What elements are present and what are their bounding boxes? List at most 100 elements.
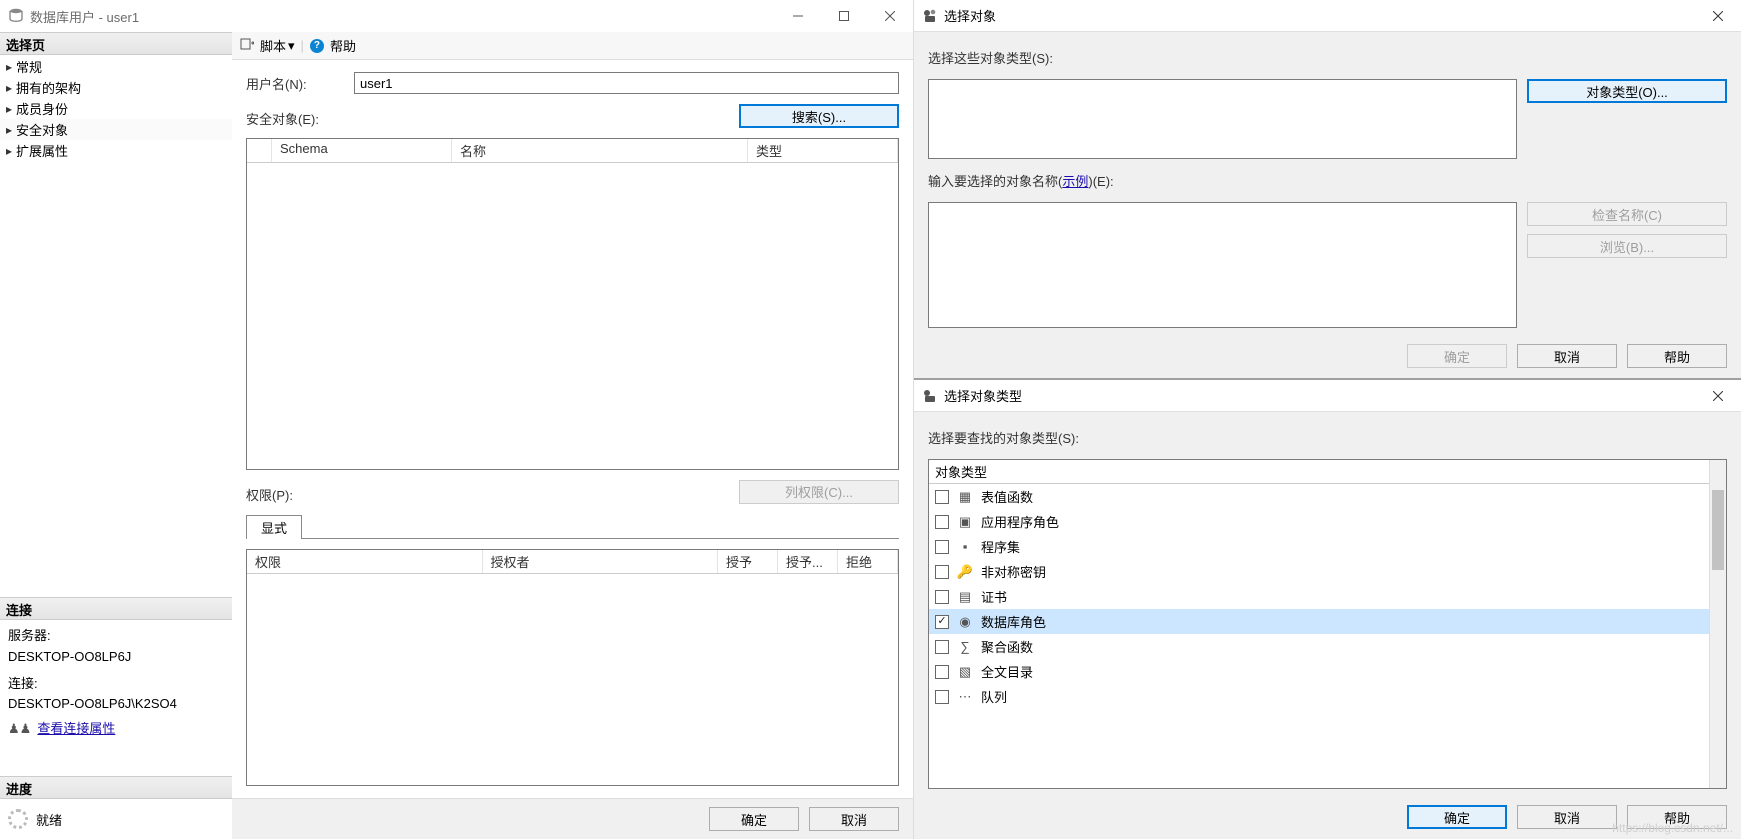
type-row[interactable]: ◉数据库角色 (929, 609, 1709, 634)
col-blank (247, 139, 272, 162)
col-grantor[interactable]: 授权者 (483, 550, 719, 573)
col-name[interactable]: 名称 (452, 139, 748, 162)
checkbox[interactable] (935, 640, 949, 654)
permissions-label: 权限(P): (246, 485, 731, 504)
type-row[interactable]: ∑聚合函数 (929, 634, 1709, 659)
types-column-header[interactable]: 对象类型 (929, 460, 1709, 484)
cancel-button[interactable]: 取消 (1517, 805, 1617, 829)
close-button[interactable] (867, 0, 913, 32)
type-icon: ∑ (957, 639, 973, 655)
checkbox[interactable] (935, 490, 949, 504)
maximize-button[interactable] (821, 0, 867, 32)
cancel-button[interactable]: 取消 (1517, 344, 1617, 368)
types-scrollbar[interactable] (1709, 460, 1726, 788)
bullet-icon: ▸ (6, 60, 12, 74)
type-row[interactable]: ▦表值函数 (929, 484, 1709, 509)
checkbox[interactable] (935, 590, 949, 604)
col-grant[interactable]: 授予 (718, 550, 778, 573)
content-toolbar: 脚本 ▾ | ? 帮助 (232, 32, 913, 60)
select-object-types-dialog: 选择对象类型 选择要查找的对象类型(S): 对象类型 ▦表值函数▣应用程序角色▪… (914, 380, 1741, 839)
checkbox[interactable] (935, 565, 949, 579)
object-types-display (928, 79, 1517, 159)
sidebar-page-extended[interactable]: ▸扩展属性 (0, 140, 232, 161)
type-row[interactable]: ▣ 应用程序角色 (929, 509, 1709, 534)
type-icon: ⋯ (957, 689, 973, 705)
sidebar-page-membership[interactable]: ▸成员身份 (0, 98, 232, 119)
close-button[interactable] (1695, 0, 1741, 32)
sidebar-page-general[interactable]: ▸常规 (0, 56, 232, 77)
type-row[interactable]: 🔑 非对称密钥 (929, 559, 1709, 584)
main-titlebar: 数据库用户 - user1 (0, 0, 913, 32)
browse-button: 浏览(B)... (1527, 234, 1727, 258)
server-value: DESKTOP-OO8LP6J (8, 647, 224, 668)
object-names-label: 输入要选择的对象名称(示例)(E): (928, 167, 1727, 194)
sidebar: 选择页 ▸常规 ▸拥有的架构 ▸成员身份 ▸安全对象 ▸扩展属性 连接 服务器:… (0, 32, 232, 839)
ok-button[interactable]: 确定 (1407, 805, 1507, 829)
col-deny[interactable]: 拒绝 (838, 550, 898, 573)
object-types-label: 选择这些对象类型(S): (928, 44, 1727, 71)
sidebar-page-securables[interactable]: ▸安全对象 (0, 119, 232, 140)
checkbox[interactable] (935, 615, 949, 629)
spinner-icon (8, 809, 28, 829)
bullet-icon: ▸ (6, 102, 12, 116)
type-row[interactable]: ⋯队列 (929, 684, 1709, 709)
view-connection-props-link[interactable]: 查看连接属性 (37, 719, 115, 740)
col-type[interactable]: 类型 (748, 139, 898, 162)
ok-button: 确定 (1407, 344, 1507, 368)
securables-list[interactable]: Schema 名称 类型 (246, 138, 899, 470)
ok-button[interactable]: 确定 (709, 807, 799, 831)
chevron-down-icon: ▾ (288, 38, 295, 54)
script-export-icon (240, 37, 254, 54)
help-link[interactable]: 帮助 (330, 36, 356, 55)
checkbox[interactable] (935, 690, 949, 704)
sidebar-page-owned-schemas[interactable]: ▸拥有的架构 (0, 77, 232, 98)
checkbox[interactable] (935, 540, 949, 554)
checkbox[interactable] (935, 665, 949, 679)
search-button[interactable]: 搜索(S)... (739, 104, 899, 128)
help-button[interactable]: 帮助 (1627, 805, 1727, 829)
tab-explicit[interactable]: 显式 (246, 515, 302, 539)
help-button[interactable]: 帮助 (1627, 344, 1727, 368)
type-label: 数据库角色 (981, 612, 1046, 631)
type-label: 非对称密钥 (981, 562, 1046, 581)
close-button[interactable] (1695, 380, 1741, 412)
type-icon: ▦ (957, 489, 973, 505)
type-row[interactable]: ▤证书 (929, 584, 1709, 609)
type-row[interactable]: ▪程序集 (929, 534, 1709, 559)
select-types-footer: 确定 取消 帮助 (914, 801, 1741, 839)
connection-info: 服务器: DESKTOP-OO8LP6J 连接: DESKTOP-OO8LP6J… (0, 620, 232, 746)
object-types-list[interactable]: 对象类型 ▦表值函数 ▣ 应用程序角色 ▪程序集 🔑 非对称密钥 ▤证书◉数据库角色∑聚合函… (928, 459, 1727, 789)
col-schema[interactable]: Schema (272, 139, 452, 162)
type-label: 应用程序角色 (981, 512, 1059, 531)
server-label: 服务器: (8, 626, 224, 647)
types-instruction: 选择要查找的对象类型(S): (928, 424, 1727, 451)
select-objects-dialog: 选择对象 选择这些对象类型(S): 对象类型(O)... 输入要选择的对象名称(… (914, 0, 1741, 380)
sidebar-header-pages: 选择页 (0, 32, 232, 55)
bullet-icon: ▸ (6, 144, 12, 158)
type-icon: 🔑 (957, 564, 973, 580)
select-objects-icon (922, 8, 938, 24)
example-link[interactable]: 示例 (1062, 174, 1088, 189)
database-icon (8, 8, 24, 24)
permissions-list[interactable]: 权限 授权者 授予 授予... 拒绝 (246, 549, 899, 786)
username-input[interactable] (354, 72, 899, 94)
connection-props-icon: ♟♟ (8, 719, 31, 740)
minimize-button[interactable] (775, 0, 821, 32)
type-icon: ▪ (957, 539, 973, 555)
col-grant-with[interactable]: 授予... (778, 550, 838, 573)
permissions-tabs: 显式 (246, 514, 899, 539)
checkbox[interactable] (935, 515, 949, 529)
object-names-input[interactable] (928, 202, 1517, 328)
bullet-icon: ▸ (6, 123, 12, 137)
select-types-icon (922, 388, 938, 404)
col-permission[interactable]: 权限 (247, 550, 483, 573)
type-icon: ▣ (957, 514, 973, 530)
sidebar-header-connection: 连接 (0, 597, 232, 620)
script-dropdown[interactable]: 脚本 ▾ (260, 36, 295, 55)
select-objects-title: 选择对象 (944, 6, 996, 25)
type-row[interactable]: ▧全文目录 (929, 659, 1709, 684)
check-names-button: 检查名称(C) (1527, 202, 1727, 226)
help-icon: ? (310, 39, 324, 53)
object-types-button[interactable]: 对象类型(O)... (1527, 79, 1727, 103)
cancel-button[interactable]: 取消 (809, 807, 899, 831)
